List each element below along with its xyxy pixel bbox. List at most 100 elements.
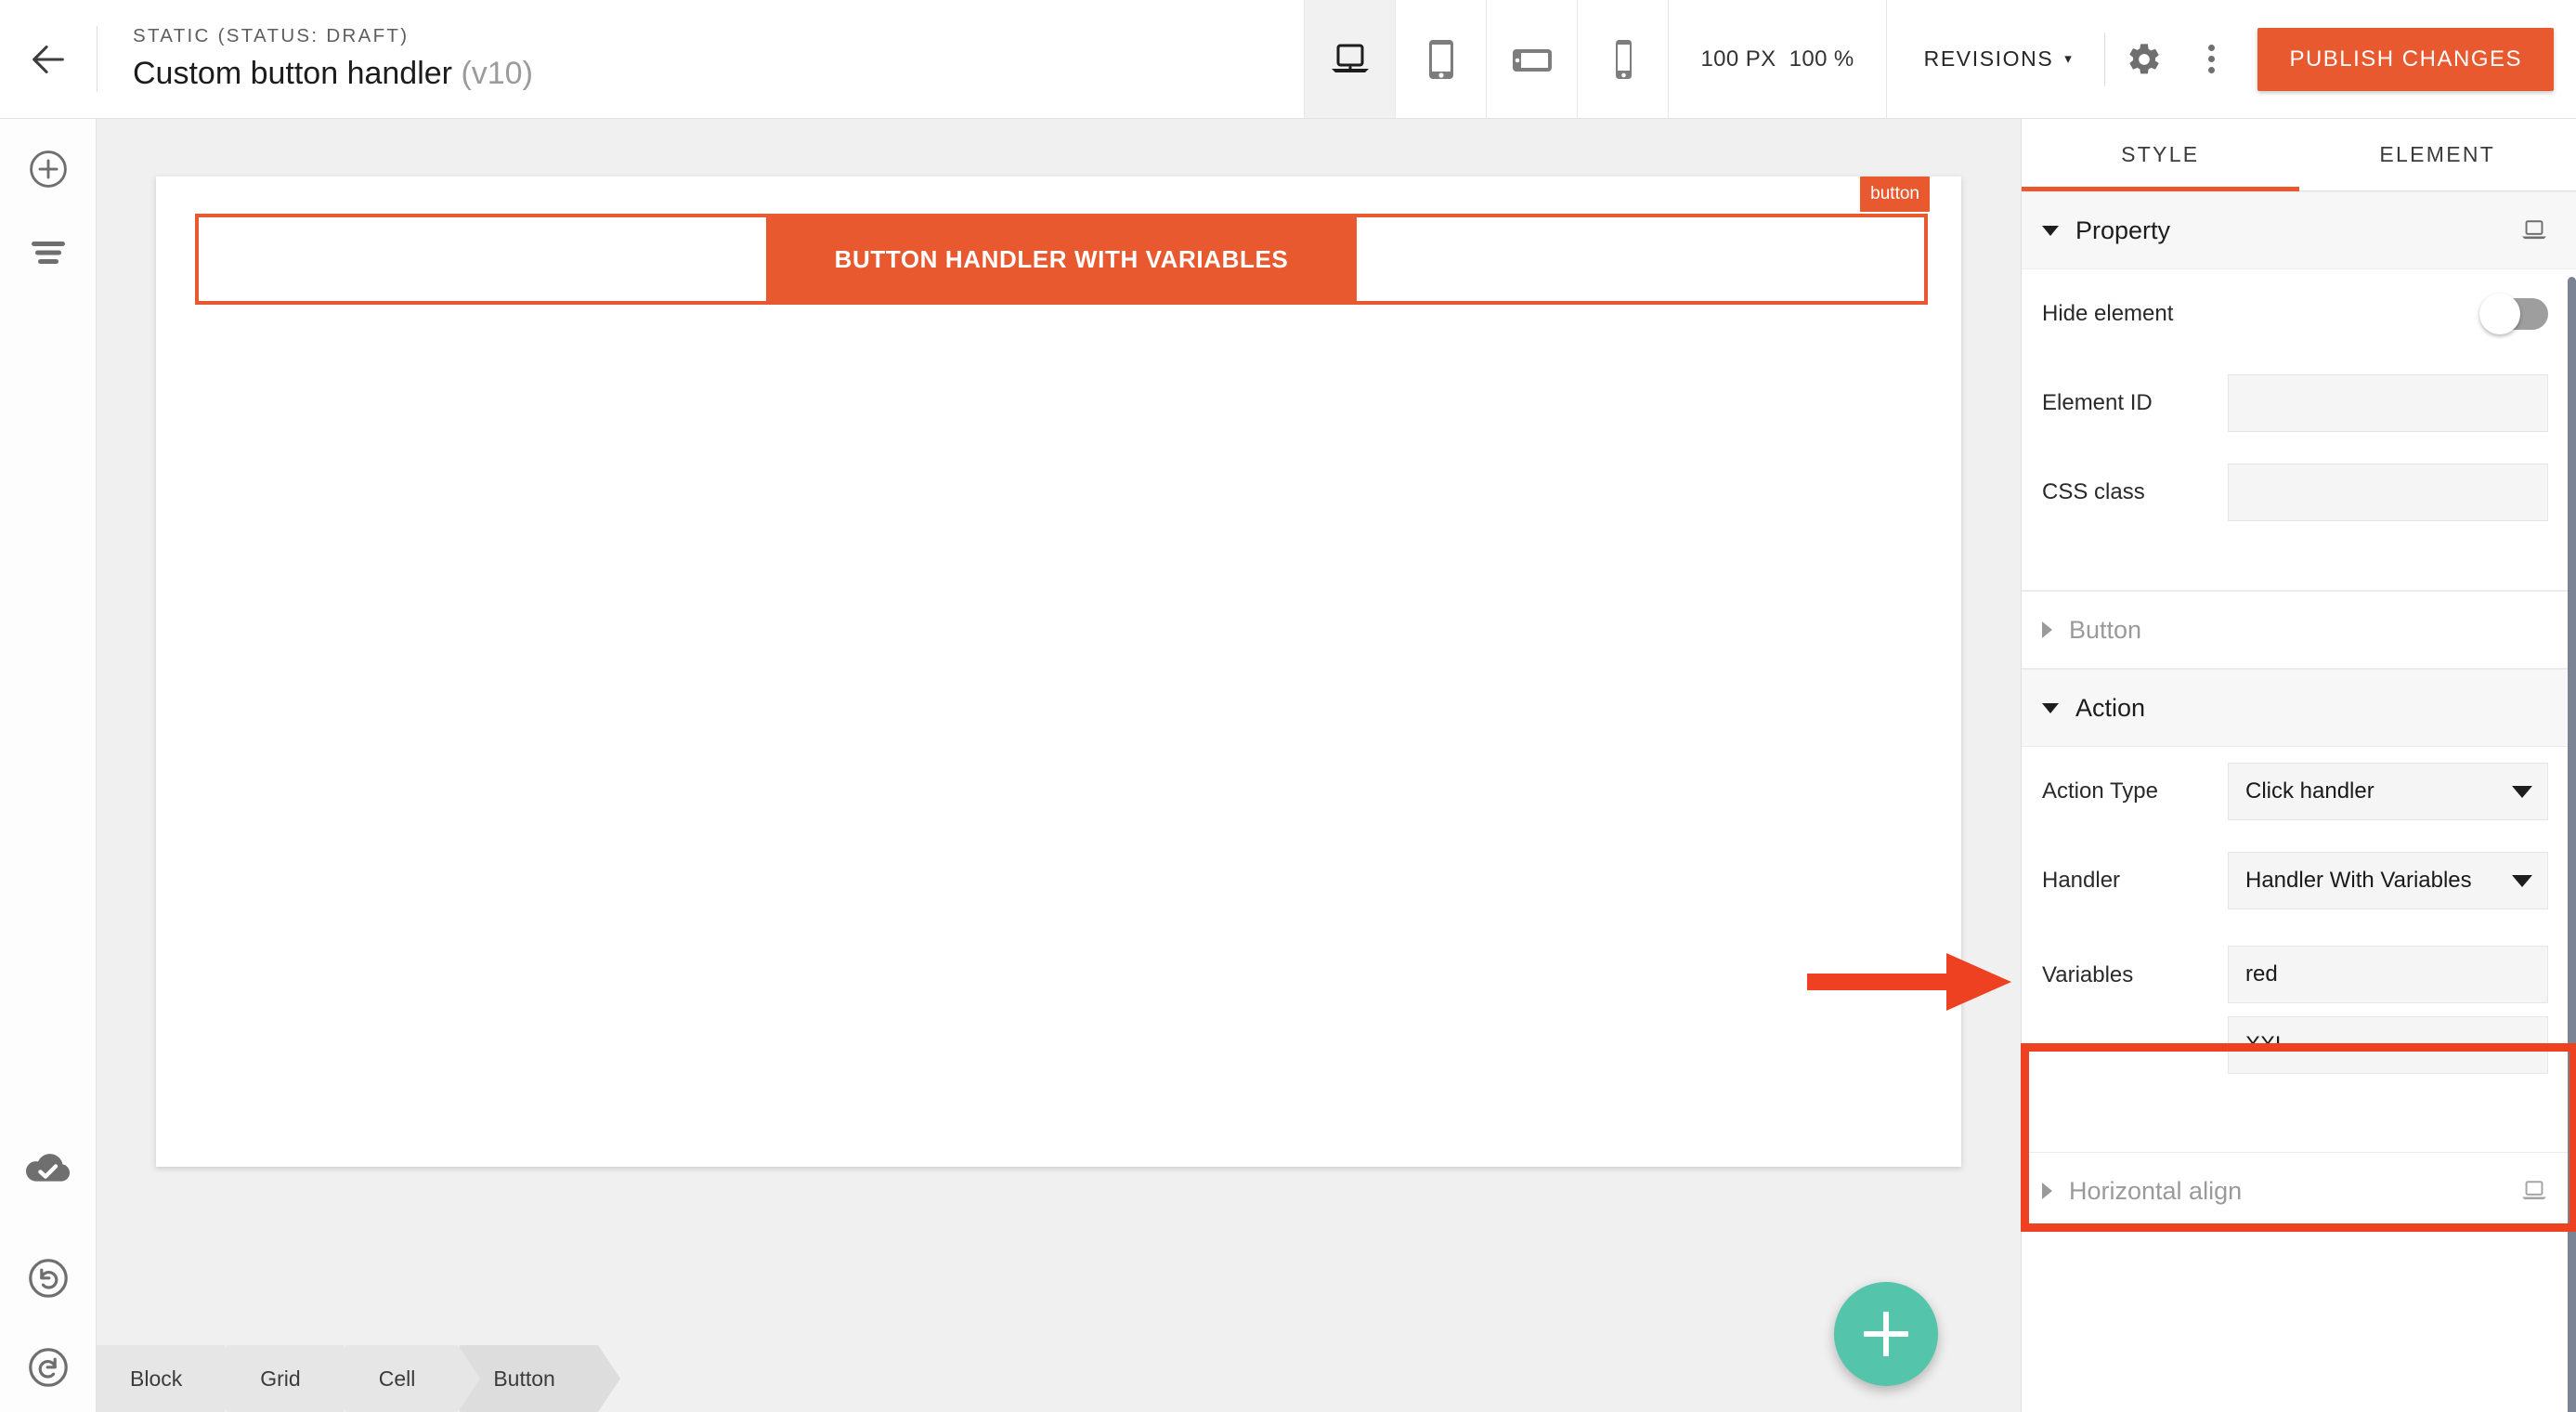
field-element-id: Element ID: [2022, 359, 2576, 448]
section-header-button[interactable]: Button: [2022, 591, 2576, 669]
laptop-icon: [2520, 218, 2548, 242]
toggle-knob: [2479, 294, 2520, 334]
tablet-icon: [1425, 38, 1457, 81]
kebab-menu-icon: [2208, 45, 2215, 73]
device-desktop-button[interactable]: [1304, 0, 1395, 118]
back-button[interactable]: [0, 0, 97, 118]
field-variables: Variables red XXL: [2022, 925, 2576, 1074]
control-element-id: [2228, 374, 2548, 432]
selection-outline[interactable]: BUTTON HANDLER WITH VARIABLES: [195, 214, 1928, 305]
chevron-right-icon: [2042, 621, 2052, 638]
top-toolbar: STATIC (STATUS: DRAFT) Custom button han…: [0, 0, 2576, 119]
document-status: STATIC (STATUS: DRAFT): [133, 25, 533, 48]
revisions-label: REVISIONS: [1924, 46, 2054, 72]
chevron-right-icon: [2042, 1183, 2052, 1199]
control-variables: red XXL: [2228, 946, 2548, 1074]
add-element-icon: [27, 148, 70, 190]
panel-spacer-1: [2022, 537, 2576, 591]
undo-icon: [26, 1256, 71, 1301]
panel-spacer-2: [2022, 1074, 2576, 1152]
toolbar-spacer: [552, 0, 1305, 118]
hide-element-toggle[interactable]: [2481, 298, 2548, 330]
app-root: STATIC (STATUS: DRAFT) Custom button han…: [0, 0, 2576, 1412]
scrollbar-thumb[interactable]: [2568, 277, 2576, 1412]
section-title-action: Action: [2075, 694, 2145, 723]
toolbar-actions: REVISIONS ▾ PUBLISH CHANGES: [1887, 0, 2576, 118]
action-type-value: Click handler: [2245, 778, 2506, 804]
field-css-class: CSS class: [2022, 448, 2576, 537]
redo-button[interactable]: [0, 1323, 97, 1412]
laptop-icon: [1330, 41, 1371, 78]
selection-tag-label: button: [1860, 176, 1930, 212]
variable-input-2[interactable]: XXL: [2228, 1016, 2548, 1074]
chevron-down-icon: [2512, 786, 2532, 798]
device-tablet-landscape-button[interactable]: [1486, 0, 1577, 118]
breadcrumb-item-block[interactable]: Block: [97, 1345, 225, 1412]
redo-icon: [26, 1345, 71, 1390]
device-preview-group: 100 PX 100 %: [1304, 0, 1886, 118]
tab-element[interactable]: ELEMENT: [2299, 119, 2576, 190]
plus-icon-vertical: [1883, 1312, 1889, 1356]
publish-changes-button[interactable]: PUBLISH CHANGES: [2257, 28, 2554, 91]
label-action-type: Action Type: [2042, 778, 2228, 804]
section-title-button: Button: [2069, 616, 2141, 645]
label-element-id: Element ID: [2042, 390, 2228, 416]
layers-icon: [30, 240, 67, 266]
laptop-icon: [2520, 1179, 2548, 1203]
gear-icon: [2126, 41, 2163, 78]
label-variables: Variables: [2042, 946, 2228, 988]
field-hide-element: Hide element: [2022, 269, 2576, 359]
breadcrumb: Block Grid Cell Button: [97, 1345, 600, 1412]
settings-button[interactable]: [2111, 26, 2178, 93]
right-panel-scrollbar[interactable]: [2566, 277, 2576, 1412]
device-mobile-button[interactable]: [1577, 0, 1668, 118]
control-handler: Handler With Variables: [2228, 852, 2548, 909]
toolbar-divider-2: [2104, 33, 2105, 86]
control-action-type: Click handler: [2228, 763, 2548, 820]
page-title-text: Custom button handler: [133, 56, 452, 91]
chevron-down-icon: ▾: [2064, 52, 2073, 66]
panel-tabs: STYLE ELEMENT: [2022, 119, 2576, 191]
section-header-horizontal-align[interactable]: Horizontal align: [2022, 1152, 2576, 1230]
tab-style[interactable]: STYLE: [2022, 119, 2299, 190]
grid-cell-right[interactable]: [1357, 217, 1924, 301]
chevron-down-icon: [2512, 875, 2532, 887]
grid-cell-left[interactable]: [199, 217, 766, 301]
page-canvas-sheet[interactable]: button BUTTON HANDLER WITH VARIABLES: [156, 176, 1961, 1167]
label-hide-element: Hide element: [2042, 301, 2228, 327]
zoom-percent-value: 100 %: [1789, 46, 1854, 72]
selected-element-wrapper: button BUTTON HANDLER WITH VARIABLES: [195, 214, 1928, 305]
mobile-icon: [1610, 38, 1636, 81]
field-handler: Handler Handler With Variables: [2022, 836, 2576, 925]
revisions-dropdown[interactable]: REVISIONS ▾: [1887, 46, 2100, 72]
canvas-button-element[interactable]: BUTTON HANDLER WITH VARIABLES: [766, 217, 1357, 301]
tablet-landscape-icon: [1511, 44, 1554, 75]
layers-button[interactable]: [0, 208, 97, 297]
action-type-select[interactable]: Click handler: [2228, 763, 2548, 820]
canvas-area[interactable]: button BUTTON HANDLER WITH VARIABLES: [97, 119, 2021, 1412]
left-rail: [0, 119, 97, 1412]
document-title-block: STATIC (STATUS: DRAFT) Custom button han…: [98, 0, 552, 118]
saved-status-button[interactable]: [0, 1144, 97, 1234]
label-css-class: CSS class: [2042, 479, 2228, 505]
variable-input-1[interactable]: red: [2228, 946, 2548, 1003]
add-element-button[interactable]: [0, 119, 97, 208]
section-header-property[interactable]: Property: [2022, 191, 2576, 269]
breadcrumb-item-button[interactable]: Button: [460, 1345, 598, 1412]
field-action-type: Action Type Click handler: [2022, 747, 2576, 836]
undo-button[interactable]: [0, 1234, 97, 1323]
css-class-input[interactable]: [2228, 464, 2548, 521]
element-id-input[interactable]: [2228, 374, 2548, 432]
section-header-action[interactable]: Action: [2022, 669, 2576, 747]
device-tablet-button[interactable]: [1395, 0, 1486, 118]
control-css-class: [2228, 464, 2548, 521]
chevron-down-icon: [2042, 226, 2059, 236]
add-block-fab[interactable]: [1834, 1282, 1938, 1386]
page-title: Custom button handler (v10): [133, 54, 533, 94]
zoom-readout[interactable]: 100 PX 100 %: [1668, 0, 1886, 118]
more-options-button[interactable]: [2178, 26, 2244, 93]
section-title-horizontal-align: Horizontal align: [2069, 1177, 2242, 1206]
cloud-saved-icon: [23, 1149, 73, 1188]
handler-select[interactable]: Handler With Variables: [2228, 852, 2548, 909]
section-title-property: Property: [2075, 216, 2170, 245]
